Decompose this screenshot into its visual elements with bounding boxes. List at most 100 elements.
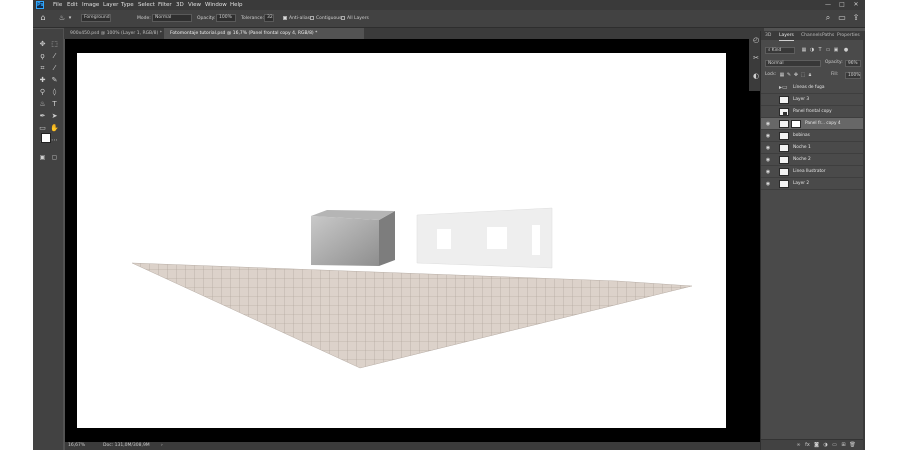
mode-label: Mode:	[137, 16, 151, 21]
menu-3d[interactable]: 3D	[176, 1, 184, 9]
search-icon[interactable]: ⌕	[823, 13, 833, 23]
layer-row[interactable]: ◉ Noche 2	[761, 154, 864, 166]
menu-bar: Ps File Edit Image Layer Type Select Fil…	[33, 0, 865, 10]
app-logo[interactable]: Ps	[36, 1, 44, 9]
tab-channels[interactable]: Channels	[801, 31, 822, 40]
tab-layers[interactable]: Layers	[779, 31, 794, 41]
eye-icon[interactable]: ◉	[765, 169, 771, 175]
layer-row[interactable]: Layer 3	[761, 94, 864, 106]
lock-position-icon[interactable]: ✥	[793, 72, 799, 78]
eye-icon[interactable]: ◉	[765, 133, 771, 139]
anti-alias-checkbox[interactable]	[283, 16, 287, 20]
chevron-down-icon[interactable]: ▾	[65, 13, 75, 23]
crop-tool-icon[interactable]: ⌗	[37, 63, 48, 73]
contiguous-checkbox[interactable]	[310, 16, 314, 20]
kind-filter-select[interactable]: ⌕ Kind	[765, 47, 795, 54]
zoom-level[interactable]: 16,67%	[68, 443, 85, 449]
add-mask-icon[interactable]: ◙	[813, 442, 820, 449]
hand-tool-icon[interactable]: ✋	[49, 123, 60, 133]
status-menu-icon[interactable]: ›	[161, 443, 163, 449]
lock-pixels-icon[interactable]: ✎	[786, 72, 792, 78]
filter-type-icon[interactable]: T	[817, 47, 823, 53]
tab-properties[interactable]: Properties	[837, 31, 860, 40]
type-tool-icon[interactable]: T	[49, 99, 60, 109]
eye-icon[interactable]: ◉	[765, 181, 771, 187]
filter-toggle-icon[interactable]: ●	[843, 47, 849, 53]
layer-mask-thumbnail[interactable]	[791, 120, 801, 128]
home-icon[interactable]: ⌂	[38, 13, 48, 23]
rectangle-tool-icon[interactable]: ▭	[37, 123, 48, 133]
eye-icon[interactable]: ◉	[765, 121, 771, 127]
menu-layer[interactable]: Layer	[103, 1, 118, 9]
menu-select[interactable]: Select	[138, 1, 155, 9]
photoshop-window: Ps File Edit Image Layer Type Select Fil…	[33, 0, 865, 450]
close-icon[interactable]: ✕	[851, 0, 861, 10]
new-group-icon[interactable]: ▭	[831, 442, 838, 449]
share-icon[interactable]: ⇪	[851, 13, 861, 23]
layer-row[interactable]: ◉ Layer 2	[761, 178, 864, 190]
layer-row[interactable]: ◉ bobinas	[761, 130, 864, 142]
link-layers-icon[interactable]: ∞	[795, 442, 802, 449]
fx-icon[interactable]: fx	[804, 442, 811, 449]
menu-edit[interactable]: Edit	[67, 1, 78, 9]
brush-tool-icon[interactable]: ✎	[49, 75, 60, 85]
quick-mask-icon[interactable]: ▣	[37, 153, 48, 163]
filter-smart-icon[interactable]: ▣	[833, 47, 839, 53]
eyedropper-icon[interactable]: ⁄	[49, 63, 60, 73]
layer-row[interactable]: ▸▭ Líneas de fuga	[761, 82, 864, 94]
document-canvas[interactable]	[77, 53, 726, 428]
blend-mode-select[interactable]: Normal	[765, 60, 821, 67]
layer-name: Layer 2	[793, 181, 810, 186]
workspace-icon[interactable]: ▭	[837, 13, 847, 23]
filter-shape-icon[interactable]: ▭	[825, 47, 831, 53]
new-layer-icon[interactable]: ⊞	[840, 442, 847, 449]
layer-opacity-field[interactable]: 96%	[845, 60, 861, 67]
tab-paths[interactable]: Paths	[822, 31, 834, 40]
menu-window[interactable]: Window	[205, 1, 227, 9]
lasso-tool-icon[interactable]: ϙ	[37, 51, 48, 61]
lock-transparent-icon[interactable]: ▦	[779, 72, 785, 78]
all-layers-checkbox[interactable]	[341, 16, 345, 20]
tab-document-2[interactable]: Fotomontaje tutorial.psd @ 16,7% (Panel …	[164, 28, 364, 39]
panel-tabs: 3D Layers Channels Paths Properties	[761, 31, 864, 41]
panel-scrollbar[interactable]	[863, 31, 865, 450]
adjustment-layer-icon[interactable]: ◑	[822, 442, 829, 449]
menu-filter[interactable]: Filter	[158, 1, 172, 9]
layer-row[interactable]: ◉ Noche 1	[761, 142, 864, 154]
tolerance-field[interactable]: 32	[264, 14, 274, 22]
foreground-color-swatch[interactable]	[41, 133, 51, 143]
path-select-icon[interactable]: ➤	[49, 111, 60, 121]
move-tool-icon[interactable]: ✥	[37, 39, 48, 49]
layer-row[interactable]: Panel frontal copy	[761, 106, 864, 118]
layer-row[interactable]: ◉ Linea Ilustrator	[761, 166, 864, 178]
fill-source-select[interactable]: Foreground	[81, 14, 111, 22]
magic-wand-icon[interactable]: ⁄	[49, 51, 60, 61]
menu-type[interactable]: Type	[121, 1, 134, 9]
eye-icon[interactable]: ◉	[765, 145, 771, 151]
filter-pixel-icon[interactable]: ▦	[801, 47, 807, 53]
menu-file[interactable]: File	[53, 1, 62, 9]
marquee-tool-icon[interactable]: ⬚	[49, 39, 60, 49]
clone-stamp-icon[interactable]: ⚲	[37, 87, 48, 97]
filter-adjustment-icon[interactable]: ◑	[809, 47, 815, 53]
healing-brush-icon[interactable]: ✚	[37, 75, 48, 85]
menu-view[interactable]: View	[188, 1, 201, 9]
maximize-icon[interactable]: □	[837, 0, 847, 10]
minimize-icon[interactable]: —	[823, 0, 833, 10]
layer-row-selected[interactable]: ◉ Panel fr... copy 4	[761, 118, 864, 130]
mode-select[interactable]: Normal	[152, 14, 192, 22]
opacity-field[interactable]: 100%	[216, 14, 236, 22]
paint-bucket-tool-icon[interactable]: ♨	[37, 99, 48, 109]
lock-all-icon[interactable]: 🔒︎	[807, 72, 813, 78]
eye-icon[interactable]: ◉	[765, 157, 771, 163]
menu-image[interactable]: Image	[82, 1, 99, 9]
menu-help[interactable]: Help	[230, 1, 243, 9]
fill-field[interactable]: 100%	[845, 72, 861, 79]
lock-artboard-icon[interactable]: ⬚	[800, 72, 806, 78]
tab-3d[interactable]: 3D	[765, 31, 771, 40]
eraser-icon[interactable]: ◊	[49, 87, 60, 97]
trash-icon[interactable]: 🗑︎	[849, 442, 856, 449]
tab-document-1[interactable]: 900x450.psd @ 100% (Layer 1, RGB/8) *	[64, 28, 164, 39]
pen-tool-icon[interactable]: ✒	[37, 111, 48, 121]
screen-mode-icon[interactable]: ▢	[49, 153, 60, 163]
